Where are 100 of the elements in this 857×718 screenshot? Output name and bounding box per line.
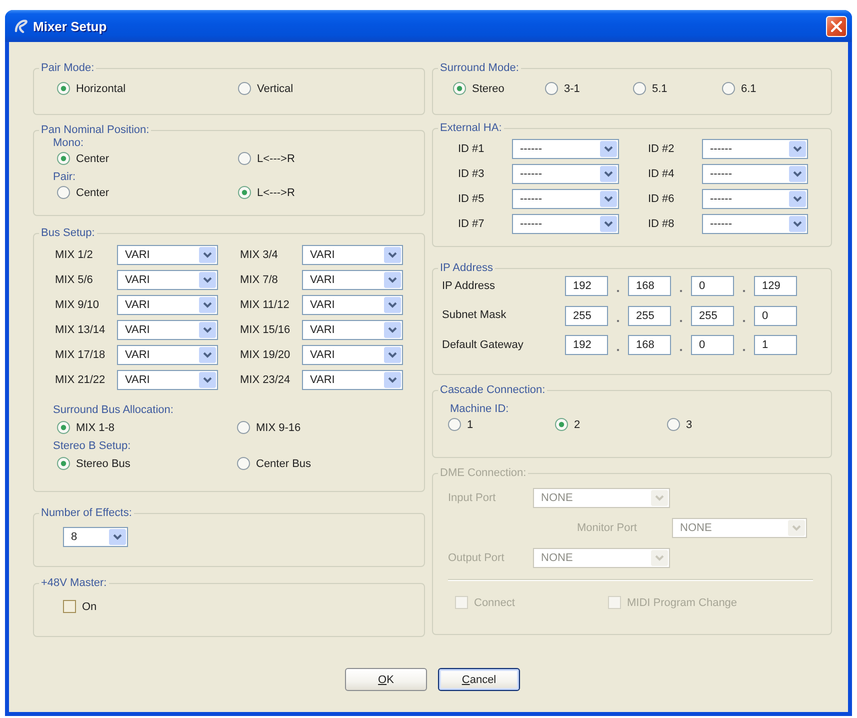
slot-label: ID #3 (458, 168, 486, 180)
chevron-down-icon (384, 347, 401, 363)
input-field[interactable]: 192 (565, 335, 608, 355)
input-field[interactable]: 1 (754, 335, 797, 355)
radio-button[interactable]: L<--->R (238, 150, 295, 167)
input-field[interactable]: 168 (628, 335, 671, 355)
dialog-button[interactable]: Cancel (438, 668, 520, 691)
chevron-down-icon (384, 297, 401, 313)
radio-button[interactable]: 1 (448, 416, 474, 433)
chevron-down-icon (600, 141, 617, 157)
bus-label: MIX 1/2 (55, 248, 94, 262)
dropdown[interactable]: ------ (702, 214, 808, 234)
radio-button[interactable]: L<--->R (238, 184, 295, 201)
radio-button[interactable]: 6.1 (722, 80, 756, 97)
chevron-down-icon (199, 322, 216, 338)
dropdown[interactable]: VARI (117, 320, 218, 340)
radio-button[interactable]: 2 (555, 416, 580, 433)
window-title: Mixer Setup (33, 18, 108, 34)
radio-button[interactable]: Stereo Bus (57, 455, 130, 472)
section-label: Surround Bus Allocation: (53, 404, 174, 417)
dropdown[interactable]: VARI (302, 370, 403, 390)
chevron-down-icon (384, 247, 401, 263)
field-label: Output Port (448, 552, 506, 564)
input-field[interactable]: 0 (691, 276, 734, 296)
close-icon (831, 20, 842, 32)
field-label: Monitor Port (577, 522, 638, 534)
dropdown[interactable]: VARI (302, 345, 403, 365)
field-label: Default Gateway (442, 338, 524, 352)
dropdown[interactable]: ------ (512, 164, 619, 184)
radio-button[interactable]: Stereo (453, 80, 504, 97)
radio-button[interactable]: 5.1 (633, 80, 668, 97)
radio-button[interactable]: 3 (667, 416, 692, 433)
dropdown[interactable]: VARI (302, 270, 403, 290)
input-field[interactable]: 0 (691, 335, 734, 355)
radio-button[interactable]: Center (57, 184, 110, 201)
dropdown[interactable]: VARI (302, 245, 403, 265)
chevron-down-icon (651, 490, 668, 506)
slot-label: ID #2 (648, 142, 676, 156)
dropdown[interactable]: ------ (512, 139, 619, 159)
dropdown[interactable]: VARI (117, 295, 218, 315)
dropdown[interactable]: VARI (117, 345, 218, 365)
dropdown[interactable]: VARI (117, 245, 218, 265)
dropdown[interactable]: VARI (302, 295, 403, 315)
chevron-down-icon (199, 247, 216, 263)
dropdown[interactable]: VARI (302, 320, 403, 340)
radio-button[interactable]: Center Bus (237, 455, 312, 472)
close-button[interactable] (826, 16, 847, 36)
chevron-down-icon (651, 550, 668, 566)
slot-label: ID #8 (648, 218, 676, 230)
bus-label: MIX 21/22 (55, 374, 106, 386)
radio-button[interactable]: Center (57, 150, 110, 167)
section-label: Machine ID: (450, 403, 509, 416)
input-field[interactable]: 168 (628, 276, 671, 296)
bus-label: MIX 9/10 (55, 298, 100, 312)
chevron-down-icon (600, 166, 617, 182)
chevron-down-icon (788, 520, 805, 536)
input-field[interactable]: 255 (628, 306, 671, 326)
chevron-down-icon (199, 297, 216, 313)
chevron-down-icon (384, 372, 401, 388)
radio-button[interactable]: MIX 1-8 (57, 419, 115, 436)
section-label: Mono: (53, 137, 84, 150)
field-label: Input Port (448, 492, 497, 504)
input-field[interactable]: 192 (565, 276, 608, 296)
slot-label: ID #6 (648, 192, 676, 206)
group-label: Bus Setup: (39, 227, 97, 240)
dropdown[interactable]: ------ (512, 189, 619, 209)
dropdown[interactable]: ------ (702, 139, 808, 159)
section-label: Stereo B Setup: (53, 440, 131, 453)
checkbox[interactable]: On (63, 598, 97, 615)
input-field[interactable]: 0 (754, 306, 797, 326)
slot-label: ID #1 (458, 142, 486, 156)
field-label: Subnet Mask (442, 309, 508, 322)
section-label: Pair: (53, 171, 76, 184)
radio-button[interactable]: Horizontal (57, 80, 126, 97)
dropdown[interactable]: VARI (117, 370, 218, 390)
bus-label: MIX 7/8 (240, 274, 279, 286)
input-field[interactable]: 255 (565, 306, 608, 326)
radio-button[interactable]: 3-1 (545, 80, 580, 97)
bus-label: MIX 23/24 (240, 374, 292, 386)
slot-label: ID #4 (648, 168, 676, 180)
input-field[interactable]: 255 (691, 306, 734, 326)
dropdown[interactable]: ------ (512, 214, 619, 234)
dropdown[interactable]: ------ (702, 189, 808, 209)
chevron-down-icon (789, 141, 806, 157)
chevron-down-icon (384, 272, 401, 288)
swirl-icon (14, 19, 28, 33)
dropdown[interactable]: 8 (63, 527, 128, 547)
slot-label: ID #5 (458, 192, 486, 206)
radio-button[interactable]: MIX 9-16 (237, 419, 301, 436)
radio-button[interactable]: Vertical (238, 80, 294, 97)
input-field[interactable]: 129 (754, 276, 797, 296)
dialog-button[interactable]: OK (345, 668, 427, 691)
chevron-down-icon (109, 529, 126, 545)
chevron-down-icon (789, 191, 806, 207)
dropdown[interactable]: VARI (117, 270, 218, 290)
chevron-down-icon (789, 166, 806, 182)
chevron-down-icon (600, 216, 617, 232)
dropdown[interactable]: ------ (702, 164, 808, 184)
bus-label: MIX 11/12 (240, 298, 290, 312)
chevron-down-icon (199, 372, 216, 388)
